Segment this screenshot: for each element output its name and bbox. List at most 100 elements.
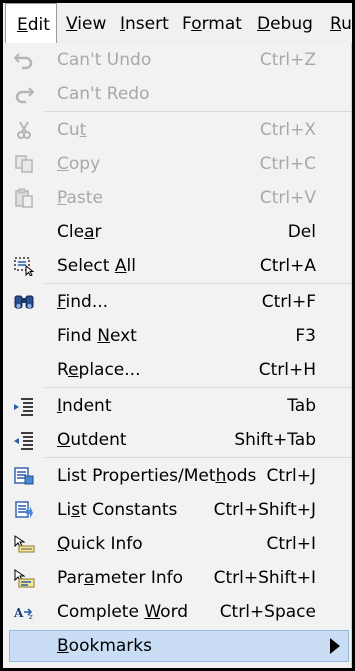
indent-icon <box>14 398 33 416</box>
list-constants-label: List Constants <box>57 493 177 527</box>
outdent-label-post: utdent <box>70 430 127 450</box>
separator <box>45 387 351 388</box>
menu-item-complete-word[interactable]: Az Complete Word Ctrl+Space <box>3 595 352 629</box>
window-frame: Edit View Insert Format Debug Ru Can't U… <box>0 0 355 671</box>
menu-item-undo[interactable]: Can't Undo Ctrl+Z <box>3 43 352 77</box>
complete-word-label-pre: Complete <box>57 602 145 622</box>
parameter-info-icon <box>14 569 35 588</box>
quick-info-icon <box>14 535 35 553</box>
parameter-info-label-accel: a <box>83 568 95 588</box>
menu-item-find-next[interactable]: Find Next F3 <box>3 319 352 353</box>
menu-run[interactable]: Ru <box>330 3 352 43</box>
menu-format-accel: o <box>191 14 202 34</box>
find-next-label: Find Next <box>57 319 137 353</box>
list-properties-label-accel: h <box>215 466 227 486</box>
outdent-label: Outdent <box>57 423 127 457</box>
clear-shortcut: Del <box>287 222 316 242</box>
find-label: Find... <box>57 285 108 319</box>
menu-edit-rest: dit <box>27 15 50 35</box>
menu-insert-accel: I <box>120 14 126 34</box>
clear-label-pre: Cle <box>57 222 85 242</box>
menu-view[interactable]: View <box>66 3 106 43</box>
menu-format[interactable]: Format <box>182 3 242 43</box>
bookmarks-label: Bookmarks <box>57 631 152 661</box>
bookmarks-label-post: ookmarks <box>68 636 152 656</box>
svg-text:z: z <box>29 613 33 621</box>
paste-label-post: aste <box>66 188 103 208</box>
menu-debug[interactable]: Debug <box>257 3 313 43</box>
list-properties-icon <box>14 467 34 485</box>
menu-item-copy[interactable]: Copy Ctrl+C <box>3 147 352 181</box>
menu-view-accel: V <box>66 14 78 34</box>
menu-item-indent[interactable]: Indent Tab <box>3 389 352 423</box>
menu-item-outdent[interactable]: Outdent Shift+Tab <box>3 423 352 457</box>
paste-shortcut: Ctrl+V <box>259 188 316 208</box>
menu-edit[interactable]: Edit <box>5 3 57 43</box>
redo-icon <box>15 87 35 104</box>
menu-item-replace[interactable]: Replace... Ctrl+H <box>3 353 352 387</box>
indent-shortcut: Tab <box>287 396 316 416</box>
menu-item-find[interactable]: Find... Ctrl+F <box>3 285 352 319</box>
replace-shortcut: Ctrl+H <box>258 360 316 380</box>
paste-icon <box>15 188 33 208</box>
indent-label: Indent <box>57 389 111 423</box>
menu-item-cut[interactable]: Cut Ctrl+X <box>3 113 352 147</box>
parameter-info-label: Parameter Info <box>57 561 183 595</box>
cut-label-pre: Cu <box>57 120 80 140</box>
menu-edit-accel: E <box>17 15 28 35</box>
find-shortcut: Ctrl+F <box>261 292 316 312</box>
outdent-label-accel: O <box>57 430 71 450</box>
find-next-shortcut: F3 <box>295 326 316 346</box>
menu-item-select-all[interactable]: Select All Ctrl+A <box>3 249 352 283</box>
list-constants-label-pre: Li <box>57 500 72 520</box>
list-properties-shortcut: Ctrl+J <box>266 466 316 486</box>
menu-insert[interactable]: Insert <box>120 3 169 43</box>
find-next-label-post: ext <box>109 326 137 346</box>
menu-run-accel: R <box>330 14 342 34</box>
clear-label: Clear <box>57 215 101 249</box>
paste-label-accel: P <box>57 188 67 208</box>
binoculars-icon <box>14 295 34 309</box>
menu-item-parameter-info[interactable]: Parameter Info Ctrl+Shift+I <box>3 561 352 595</box>
menu-item-bookmarks[interactable]: Bookmarks <box>9 630 349 662</box>
list-properties-label: List Properties/Methods <box>57 459 256 493</box>
select-all-icon <box>14 257 35 276</box>
list-properties-label-pre: List Properties/Met <box>57 466 216 486</box>
clear-label-accel: a <box>84 222 95 242</box>
menu-item-quick-info[interactable]: Quick Info Ctrl+I <box>3 527 352 561</box>
bookmarks-label-accel: B <box>57 636 69 656</box>
cut-label: Cut <box>57 113 86 147</box>
complete-word-label: Complete Word <box>57 595 188 629</box>
menu-item-list-properties-methods[interactable]: List Properties/Methods Ctrl+J <box>3 459 352 493</box>
scissors-icon <box>17 121 31 139</box>
select-all-label-post: ll <box>126 256 136 276</box>
edit-dropdown-menu: Can't Undo Ctrl+Z Can't Redo Cut Ctrl+X … <box>3 43 352 668</box>
copy-label-accel: C <box>57 154 69 174</box>
outdent-shortcut: Shift+Tab <box>234 430 316 450</box>
replace-label-post: place... <box>78 360 141 380</box>
menu-item-list-constants[interactable]: List Constants Ctrl+Shift+J <box>3 493 352 527</box>
menu-item-paste[interactable]: Paste Ctrl+V <box>3 181 352 215</box>
cut-label-accel: t <box>79 120 87 140</box>
indent-label-post: ndent <box>62 396 112 416</box>
find-label-post: ind... <box>65 292 109 312</box>
find-label-accel: F <box>57 292 66 312</box>
copy-icon <box>15 155 33 173</box>
select-all-shortcut: Ctrl+A <box>259 256 316 276</box>
quick-info-shortcut: Ctrl+I <box>266 534 316 554</box>
parameter-info-label-pre: Par <box>57 568 84 588</box>
menu-item-clear[interactable]: Clear Del <box>3 215 352 249</box>
find-next-label-pre: Find <box>57 326 98 346</box>
copy-label-post: opy <box>68 154 101 174</box>
separator <box>45 283 351 284</box>
select-all-label-accel: A <box>114 256 127 276</box>
separator <box>45 111 351 112</box>
menu-item-redo[interactable]: Can't Redo <box>3 77 352 111</box>
paste-label: Paste <box>57 181 103 215</box>
find-next-label-accel: N <box>97 326 110 346</box>
cut-shortcut: Ctrl+X <box>259 120 316 140</box>
undo-shortcut: Ctrl+Z <box>259 50 316 70</box>
outdent-icon <box>14 432 33 450</box>
separator <box>45 457 351 458</box>
parameter-info-label-post: meter Info <box>94 568 184 588</box>
